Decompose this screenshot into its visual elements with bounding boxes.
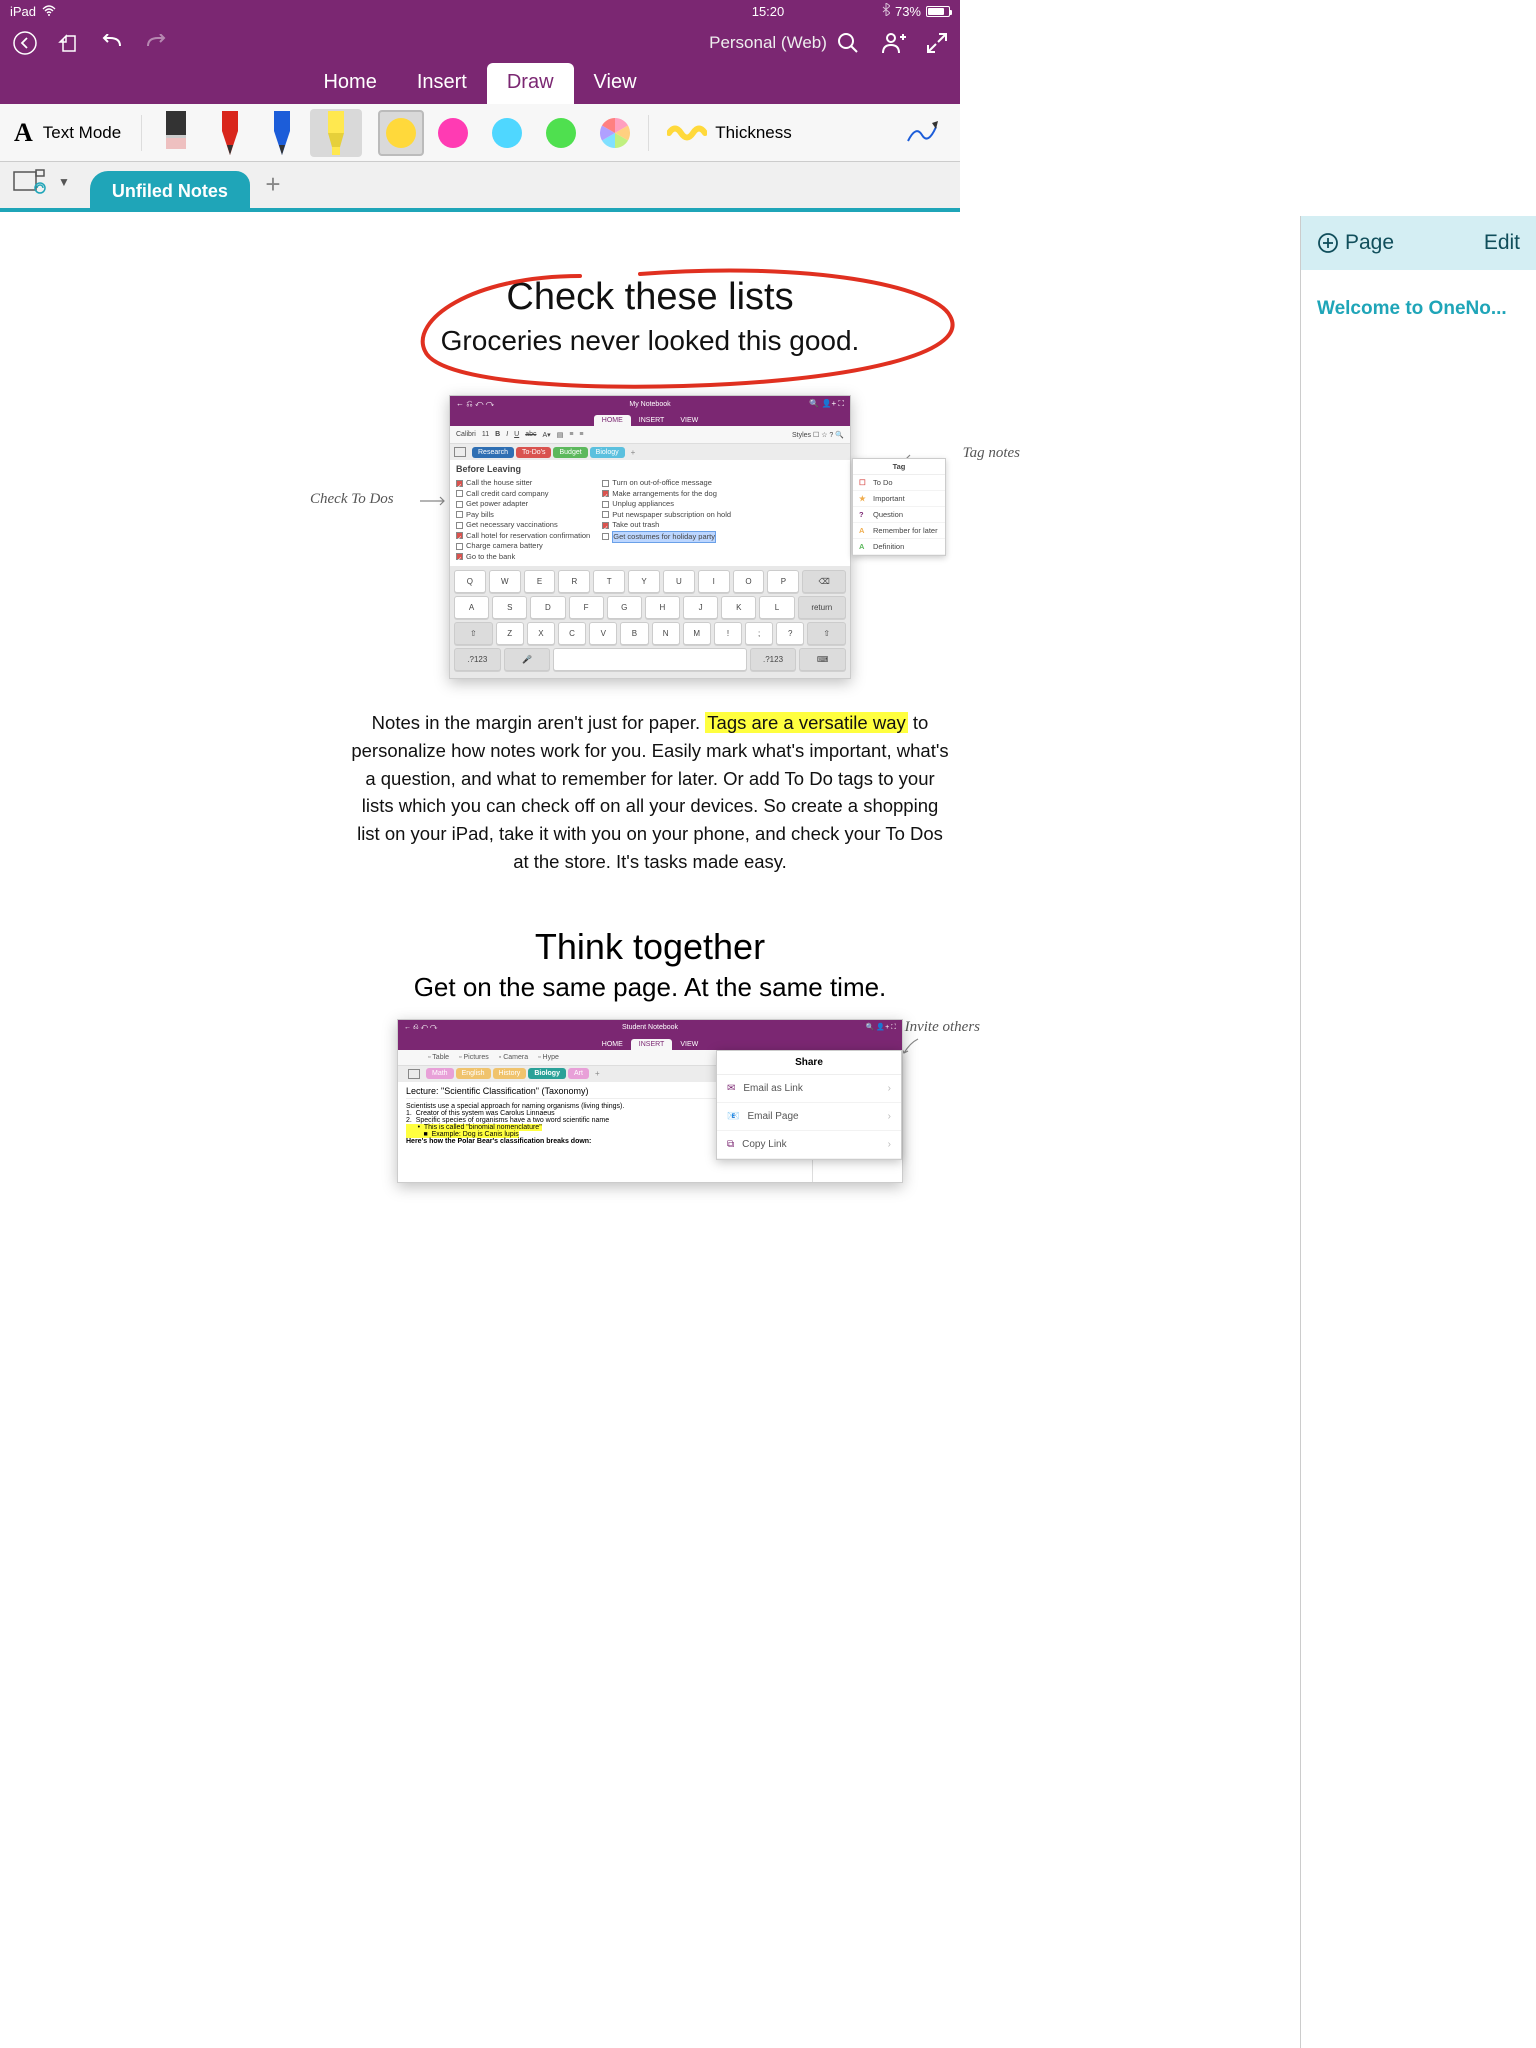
draw-toolbar: A Text Mode Thickness: [0, 104, 960, 162]
hero-subtitle: Groceries never looked this good.: [380, 325, 920, 357]
thickness-icon: [667, 124, 707, 142]
color-yellow[interactable]: [378, 110, 424, 156]
status-bar: iPad 15:20 73%: [0, 0, 960, 22]
battery-icon: [926, 6, 950, 17]
arrow-icon: [420, 495, 450, 507]
fullscreen-icon[interactable]: [926, 32, 948, 54]
tab-home[interactable]: Home: [303, 63, 396, 104]
clock: 15:20: [752, 4, 785, 19]
embedded-screenshot-2: ← ⎌ ↶ ↷ Student Notebook 🔍 👤+ ⛶ HOMEINSE…: [397, 1019, 903, 1183]
section-tab-active[interactable]: Unfiled Notes: [90, 171, 250, 212]
blue-pen-tool[interactable]: [258, 109, 306, 157]
open-notebook-icon[interactable]: [58, 33, 80, 53]
hero-title: Check these lists: [380, 276, 920, 319]
annotation-invite: Invite others: [905, 1019, 980, 1036]
wifi-icon: [42, 4, 56, 19]
notebook-title[interactable]: Personal (Web): [709, 33, 827, 53]
text-mode-button[interactable]: A Text Mode: [10, 109, 131, 157]
note-canvas[interactable]: Check these lists Groceries never looked…: [0, 216, 1300, 2048]
section-bar: ▼ Unfiled Notes +: [0, 162, 960, 212]
bluetooth-icon: [882, 3, 890, 19]
thickness-button[interactable]: Thickness: [657, 109, 802, 157]
chevron-down-icon: ▼: [58, 175, 70, 189]
battery-percent: 73%: [895, 4, 921, 19]
annotation-tag-notes: Tag notes: [963, 445, 1020, 462]
hero-block-2: Think together Get on the same page. At …: [350, 926, 950, 1003]
highlighted-text: Tags are a versatile way: [705, 712, 907, 733]
ink-to-text-icon[interactable]: [896, 109, 950, 157]
divider: [141, 115, 142, 151]
app-bar: Personal (Web): [0, 22, 960, 64]
color-pink[interactable]: [428, 109, 478, 157]
page-list-item[interactable]: Welcome to OneNo...: [1301, 270, 1536, 330]
page-list-panel: Page Edit Welcome to OneNo...: [1300, 216, 1536, 2048]
share-person-icon[interactable]: [880, 31, 906, 55]
text-mode-icon: A: [14, 118, 33, 148]
color-green[interactable]: [536, 109, 586, 157]
edit-pages-button[interactable]: Edit: [1484, 231, 1520, 255]
body-paragraph: Notes in the margin aren't just for pape…: [350, 709, 950, 876]
add-section-button[interactable]: +: [250, 169, 296, 208]
embedded-screenshot-1: ← ⎌ ↶ ↷ My Notebook 🔍 👤+ ⛶ HOMEINSERTVIE…: [449, 395, 851, 679]
search-icon[interactable]: [836, 31, 860, 55]
highlighter-tool[interactable]: [310, 109, 362, 157]
red-pen-tool[interactable]: [206, 109, 254, 157]
add-page-button[interactable]: Page: [1317, 231, 1394, 255]
hero-block-1: Check these lists Groceries never looked…: [350, 236, 950, 387]
tab-insert[interactable]: Insert: [397, 63, 487, 104]
back-icon[interactable]: [12, 30, 38, 56]
tab-draw[interactable]: Draw: [487, 63, 574, 104]
notebook-selector[interactable]: ▼: [12, 168, 70, 208]
annotation-check-todos: Check To Dos: [310, 491, 394, 508]
arrow-icon: [900, 1037, 920, 1057]
eraser-tool[interactable]: [150, 109, 202, 157]
undo-icon[interactable]: [100, 34, 124, 52]
hero2-subtitle: Get on the same page. At the same time.: [350, 972, 950, 1003]
hero2-title: Think together: [350, 926, 950, 968]
tab-view[interactable]: View: [574, 63, 657, 104]
color-cyan[interactable]: [482, 109, 532, 157]
device-label: iPad: [10, 4, 36, 19]
text-mode-label: Text Mode: [43, 123, 121, 143]
ribbon-tabs: Home Insert Draw View: [0, 64, 960, 104]
divider: [648, 115, 649, 151]
redo-icon[interactable]: [144, 34, 168, 52]
color-wheel[interactable]: [590, 109, 640, 157]
thickness-label: Thickness: [715, 123, 792, 143]
